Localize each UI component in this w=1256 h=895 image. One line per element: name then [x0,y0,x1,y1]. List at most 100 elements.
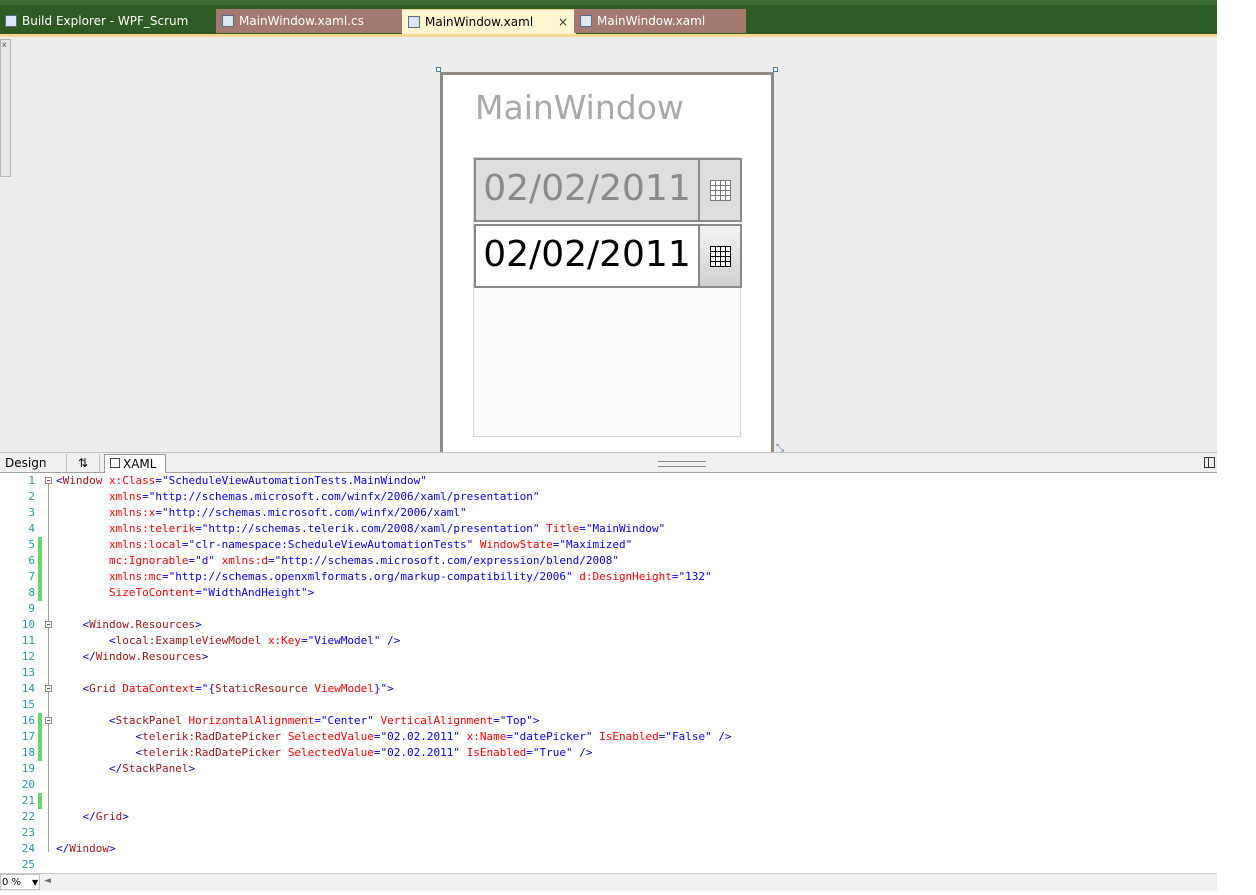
code-line[interactable]: 4 xmlns:telerik="http://schemas.telerik.… [0,521,1217,537]
xaml-file-icon [580,15,592,27]
wpf-window-preview[interactable]: MainWindow 02/02/2011 02/02/2011 [440,72,774,452]
code-line[interactable]: 2 xmlns="http://schemas.microsoft.com/wi… [0,489,1217,505]
code-text[interactable]: <telerik:RadDatePicker SelectedValue="02… [56,745,592,761]
line-number: 25 [21,858,35,871]
code-text[interactable]: <Window.Resources> [56,617,202,633]
line-number: 10 [21,618,35,631]
pane-splitter[interactable] [658,461,706,467]
line-number: 17 [21,730,35,743]
code-line[interactable]: 5 xmlns:local="clr-namespace:ScheduleVie… [0,537,1217,553]
code-line[interactable]: 9 [0,601,1217,617]
close-tab-icon[interactable]: × [558,10,568,34]
code-line[interactable]: 14 <Grid DataContext="{StaticResource Vi… [0,681,1217,697]
split-view-icon[interactable] [1204,457,1215,468]
code-line[interactable]: 19 </StackPanel> [0,761,1217,777]
calendar-button[interactable] [700,226,740,286]
tab-label: MainWindow.xaml [425,15,534,29]
code-text[interactable]: SizeToContent="WidthAndHeight"> [56,585,314,601]
xaml-icon [110,458,120,468]
code-text[interactable]: xmlns:mc="http://schemas.openxmlformats.… [56,569,712,585]
zoom-toolstrip[interactable]: x [0,39,11,177]
chevron-down-icon: ▼ [32,878,39,887]
code-text[interactable]: <Grid DataContext="{StaticResource ViewM… [56,681,394,697]
line-number: 14 [21,682,35,695]
code-line[interactable]: 13 [0,665,1217,681]
swap-panes-icon: ⇅ [77,456,89,470]
line-number: 7 [28,570,35,583]
tab-design[interactable]: Design [0,454,62,473]
change-marker [38,745,42,761]
tab-label: MainWindow.xaml [597,14,706,28]
code-text[interactable]: </Window.Resources> [56,649,209,665]
collapse-icon[interactable] [45,717,52,724]
swap-panes-button[interactable]: ⇅ [66,454,100,473]
code-line[interactable]: 16 <StackPanel HorizontalAlignment="Cent… [0,713,1217,729]
code-line[interactable]: 12 </Window.Resources> [0,649,1217,665]
zoom-dropdown[interactable]: 0 % ▼ [0,874,40,890]
code-line[interactable]: 1 <Window x:Class="ScheduleViewAutomation… [0,473,1217,489]
code-line[interactable]: 24 </Window> [0,841,1217,857]
code-line[interactable]: 8 SizeToContent="WidthAndHeight"> [0,585,1217,601]
change-marker [38,729,42,745]
code-line[interactable]: 7 xmlns:mc="http://schemas.openxmlformat… [0,569,1217,585]
editor-status-bar: 0 % ▼ ◄ [0,873,1217,891]
line-number: 12 [21,650,35,663]
code-line[interactable]: 3 xmlns:x="http://schemas.microsoft.com/… [0,505,1217,521]
code-text[interactable]: mc:Ignorable="d" xmlns:d="http://schemas… [56,553,619,569]
code-line[interactable]: 23 [0,825,1217,841]
change-marker [38,793,42,809]
calendar-button [700,160,740,220]
code-line[interactable]: 20 [0,777,1217,793]
code-line[interactable]: 21 [0,793,1217,809]
xaml-file-icon [408,16,420,28]
line-number: 13 [21,666,35,679]
code-text[interactable]: xmlns="http://schemas.microsoft.com/winf… [56,489,539,505]
code-text[interactable]: </Window> [56,841,116,857]
code-line[interactable]: 18 <telerik:RadDatePicker SelectedValue=… [0,745,1217,761]
design-surface[interactable]: x MainWindow 02/02/2011 02/02/2011 ⤡ [0,37,1217,452]
calendar-icon [709,245,731,267]
line-number: 19 [21,762,35,775]
change-marker [38,553,42,569]
collapse-icon[interactable] [45,621,52,628]
code-line[interactable]: 10 <Window.Resources> [0,617,1217,633]
close-icon[interactable]: x [2,40,7,49]
date-picker-enabled[interactable]: 02/02/2011 [474,224,742,288]
tab-build-explorer[interactable]: Build Explorer - WPF_Scrum [2,9,215,33]
collapse-icon[interactable] [45,685,52,692]
code-line[interactable]: 6 mc:Ignorable="d" xmlns:d="http://schem… [0,553,1217,569]
code-text[interactable]: xmlns:telerik="http://schemas.telerik.co… [56,521,665,537]
code-text[interactable]: xmlns:local="clr-namespace:ScheduleViewA… [56,537,632,553]
tab-mainwindow-xaml-cs[interactable]: MainWindow.xaml.cs [216,9,404,33]
tab-mainwindow-xaml[interactable]: MainWindow.xaml [574,9,746,33]
xaml-code-editor[interactable]: 1 <Window x:Class="ScheduleViewAutomation… [0,473,1217,873]
code-text[interactable]: </Grid> [56,809,129,825]
code-line[interactable]: 25 [0,857,1217,873]
tab-xaml-label: XAML [123,457,157,471]
code-text[interactable]: <StackPanel HorizontalAlignment="Center"… [56,713,540,729]
code-line[interactable]: 22 </Grid> [0,809,1217,825]
line-number: 9 [28,602,35,615]
line-number: 18 [21,746,35,759]
code-line[interactable]: 11 <local:ExampleViewModel x:Key="ViewMo… [0,633,1217,649]
code-text[interactable]: <telerik:RadDatePicker SelectedValue="02… [56,729,731,745]
code-text[interactable]: </StackPanel> [56,761,195,777]
stackpanel-preview: 02/02/2011 02/02/2011 [473,157,742,437]
collapse-icon[interactable] [45,477,52,484]
code-line[interactable]: 17 <telerik:RadDatePicker SelectedValue=… [0,729,1217,745]
line-number: 3 [28,506,35,519]
scroll-left-icon[interactable]: ◄ [44,874,51,889]
code-text[interactable]: xmlns:x="http://schemas.microsoft.com/wi… [56,505,467,521]
document-tab-strip: Build Explorer - WPF_Scrum MainWindow.xa… [0,0,1217,34]
date-picker-value[interactable]: 02/02/2011 [476,226,700,286]
tab-xaml[interactable]: XAML [104,454,166,473]
line-number: 4 [28,522,35,535]
change-marker [38,713,42,729]
line-number: 22 [21,810,35,823]
code-text[interactable]: <Window x:Class="ScheduleViewAutomationT… [56,473,427,489]
code-text[interactable]: <local:ExampleViewModel x:Key="ViewModel… [56,633,400,649]
change-marker [38,569,42,585]
tab-mainwindow-xaml-active[interactable]: MainWindow.xaml × [402,9,576,34]
code-line[interactable]: 15 [0,697,1217,713]
resize-grip-icon[interactable]: ⤡ [776,443,784,452]
